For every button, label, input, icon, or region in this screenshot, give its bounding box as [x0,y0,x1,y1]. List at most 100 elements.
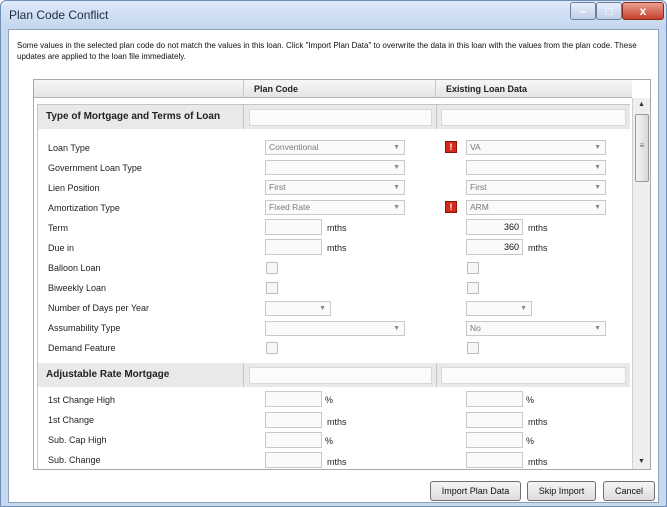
plan-term-input[interactable] [265,219,322,235]
comparison-panel: Type of Mortgage and Terms of Loan Loan … [37,104,630,469]
field-label: 1st Change High [48,395,116,405]
plan-days-per-year-select[interactable]: ▼ [265,301,331,316]
unit-label: mths [327,457,347,467]
existing-amortization-type-select[interactable]: ARM ▼ [466,200,606,215]
field-label: Sub. Cap High [48,435,107,445]
field-label: Term [48,223,68,233]
chevron-down-icon: ▼ [594,184,601,191]
column-header-plan-code: Plan Code [244,80,436,98]
field-label: 1st Change [48,415,95,425]
existing-gov-loan-type-select[interactable]: ▼ [466,160,606,175]
plan-sub-cap-high-input[interactable] [265,432,322,448]
plan-first-change-input[interactable] [265,412,322,428]
plan-sub-change-input[interactable] [265,452,322,468]
plan-gov-loan-type-select[interactable]: ▼ [265,160,405,175]
scroll-thumb[interactable]: ≡ [635,114,649,182]
section-cell [245,363,437,387]
import-plan-data-button[interactable]: Import Plan Data [430,481,521,501]
vertical-scrollbar[interactable]: ▲ ≡ ▼ [632,98,650,469]
row-due-in: Due in mths 360 mths [38,239,630,259]
field-label: Biweekly Loan [48,283,107,293]
row-sub-cap-high: Sub. Cap High % % [38,431,630,451]
select-value: ARM [470,202,489,212]
skip-import-button[interactable]: Skip Import [527,481,596,501]
row-assumability-type: Assumability Type ▼ No ▼ [38,319,630,339]
existing-sub-change-input[interactable] [466,452,523,468]
unit-label: mths [327,243,347,253]
section-cell [245,105,437,129]
scroll-up-icon[interactable]: ▲ [633,98,650,112]
chevron-down-icon: ▼ [594,204,601,211]
row-days-per-year: Number of Days per Year ▼ ▼ [38,299,630,319]
field-label: Assumability Type [48,323,121,333]
select-value: First [269,182,286,192]
conflict-message: Some values in the selected plan code do… [17,41,637,61]
column-header-field [34,80,244,98]
title-bar: Plan Code Conflict – □ x [1,1,666,29]
row-demand-feature: Demand Feature [38,339,630,359]
section-cell [437,105,630,129]
existing-lien-position-select[interactable]: First ▼ [466,180,606,195]
field-label: Sub. Change [48,455,101,465]
plan-assumability-select[interactable]: ▼ [265,321,405,336]
chevron-down-icon: ▼ [393,164,400,171]
chevron-down-icon: ▼ [393,204,400,211]
unit-label: mths [528,243,548,253]
section-title: Type of Mortgage and Terms of Loan [38,105,244,129]
warning-icon: ! [445,141,457,153]
plan-amortization-type-select[interactable]: Fixed Rate ▼ [265,200,405,215]
plan-loan-type-select[interactable]: Conventional ▼ [265,140,405,155]
row-balloon-loan: Balloon Loan [38,259,630,279]
plan-first-change-high-input[interactable] [265,391,322,407]
existing-loan-type-select[interactable]: VA ▼ [466,140,606,155]
field-label: Balloon Loan [48,263,101,273]
chevron-down-icon: ▼ [393,325,400,332]
unit-label: mths [327,223,347,233]
plan-due-in-input[interactable] [265,239,322,255]
existing-days-per-year-select[interactable]: ▼ [466,301,532,316]
comparison-grid: Plan Code Existing Loan Data Type of Mor… [33,79,651,470]
existing-first-change-input[interactable] [466,412,523,428]
plan-demand-checkbox[interactable] [266,342,278,354]
unit-label: % [526,436,535,446]
row-amortization-type: Amortization Type Fixed Rate ▼ ! ARM ▼ [38,199,630,219]
select-value: Conventional [269,142,319,152]
minimize-button[interactable]: – [570,2,596,20]
plan-balloon-checkbox[interactable] [266,262,278,274]
existing-demand-checkbox[interactable] [467,342,479,354]
minimize-icon: – [579,4,587,18]
chevron-down-icon: ▼ [319,305,326,312]
unit-label: mths [327,417,347,427]
existing-biweekly-checkbox[interactable] [467,282,479,294]
plan-lien-position-select[interactable]: First ▼ [265,180,405,195]
window-frame [1,29,8,503]
scroll-down-icon[interactable]: ▼ [633,455,650,469]
existing-sub-cap-high-input[interactable] [466,432,523,448]
dialog-window: Plan Code Conflict – □ x Some values in … [0,0,667,507]
row-loan-type: Loan Type Conventional ▼ ! VA ▼ [38,139,630,159]
unit-label: mths [528,223,548,233]
select-value: Fixed Rate [269,202,311,212]
cancel-button[interactable]: Cancel [603,481,655,501]
maximize-button[interactable]: □ [596,2,622,20]
close-button[interactable]: x [622,2,664,20]
chevron-down-icon: ▼ [393,144,400,151]
chevron-down-icon: ▼ [594,164,601,171]
unit-label: % [526,395,535,405]
section-header: Type of Mortgage and Terms of Loan [38,105,630,129]
existing-balloon-checkbox[interactable] [467,262,479,274]
field-label: Number of Days per Year [48,303,150,313]
window-title: Plan Code Conflict [9,8,109,22]
existing-assumability-select[interactable]: No ▼ [466,321,606,336]
plan-biweekly-checkbox[interactable] [266,282,278,294]
warning-icon: ! [445,201,457,213]
row-government-loan-type: Government Loan Type ▼ ▼ [38,159,630,179]
section-header: Adjustable Rate Mortgage [38,363,630,387]
existing-term-input[interactable]: 360 [466,219,523,235]
field-label: Due in [48,243,75,253]
existing-first-change-high-input[interactable] [466,391,523,407]
select-value: First [470,182,487,192]
existing-due-in-input[interactable]: 360 [466,239,523,255]
row-first-change-high: 1st Change High % % [38,391,630,411]
row-term: Term mths 360 mths [38,219,630,239]
